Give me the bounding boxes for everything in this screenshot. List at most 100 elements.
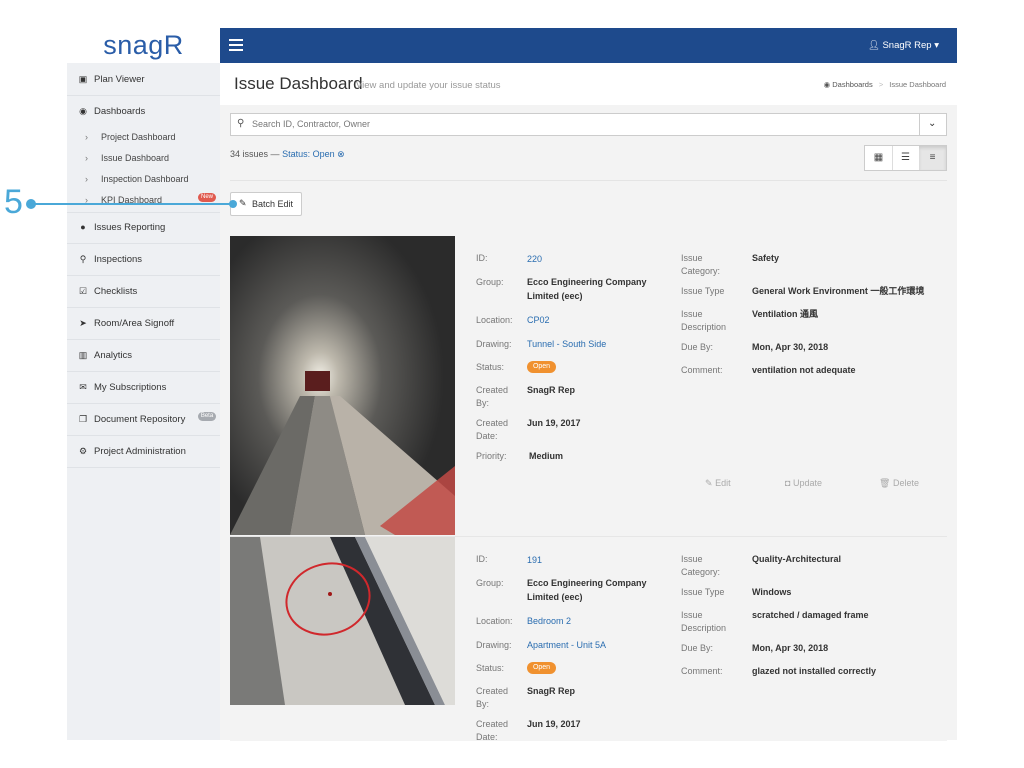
sidebar: snagR ▣ Plan Viewer ◉ Dashboards › Projec… bbox=[67, 28, 221, 740]
nav-inspections[interactable]: ⚲ Inspections bbox=[67, 244, 220, 276]
annotation-dot bbox=[229, 200, 237, 208]
due-by-label: Due By: bbox=[681, 342, 714, 352]
beta-badge: Beta bbox=[198, 412, 216, 421]
issue-type-value: General Work Environment 一般工作環境 bbox=[752, 286, 925, 296]
id-label: ID: bbox=[476, 253, 488, 263]
caret-down-icon: ▾ bbox=[934, 40, 939, 51]
status-badge: Open bbox=[527, 361, 556, 373]
nav-document-repository[interactable]: ❐ Document Repository bbox=[67, 404, 220, 436]
breadcrumb: ◉ Dashboards > Issue Dashboard bbox=[823, 80, 946, 89]
batch-edit-button[interactable]: ✎ Batch Edit bbox=[230, 192, 302, 216]
issue-photo[interactable] bbox=[230, 236, 455, 535]
drawing-link[interactable]: Apartment - Unit 5A bbox=[527, 638, 606, 652]
nav-dashboards[interactable]: ◉ Dashboards › Project Dashboard › Issue D… bbox=[67, 96, 220, 213]
nav-analytics[interactable]: ▥ Analytics bbox=[67, 340, 220, 372]
page-title: Issue Dashboard bbox=[234, 74, 363, 93]
snagr-logo[interactable]: snagR bbox=[67, 30, 220, 61]
chevron-right-icon: › bbox=[85, 153, 88, 163]
nav-my-subscriptions[interactable]: ✉ My Subscriptions bbox=[67, 372, 220, 404]
issue-count: 34 issues — Status: Open ⊗ bbox=[230, 149, 345, 159]
dashboard-icon: ◉ bbox=[823, 80, 831, 89]
chevron-down-icon: ⌄ bbox=[928, 118, 937, 129]
created-date-label: Created Date: bbox=[476, 418, 509, 441]
drawing-label: Drawing: bbox=[476, 640, 512, 650]
status-badge: Open bbox=[527, 662, 556, 674]
trash-icon: 🗑︎ bbox=[879, 478, 891, 488]
list-view-icon[interactable]: ☰ bbox=[892, 146, 920, 170]
page-header: Issue Dashboard View and update your iss… bbox=[220, 63, 957, 105]
sidebar-subitem-inspection-dashboard[interactable]: › Inspection Dashboard bbox=[85, 174, 189, 184]
annotation-dot bbox=[26, 199, 36, 209]
created-date-label: Created Date: bbox=[476, 719, 509, 740]
hamburger-menu-icon[interactable] bbox=[229, 39, 243, 51]
logo-area: snagR bbox=[67, 28, 220, 63]
issue-category-label: Issue Category: bbox=[681, 253, 721, 276]
issue-id-link[interactable]: 191 bbox=[527, 553, 542, 567]
nav-issues-reporting[interactable]: ● Issues Reporting bbox=[67, 212, 220, 244]
comment-value: glazed not installed correctly bbox=[752, 666, 877, 676]
update-button[interactable]: ◘ Update bbox=[785, 478, 822, 488]
dashboard-icon: ◉ bbox=[79, 106, 87, 116]
sidebar-subitem-issue-dashboard[interactable]: › Issue Dashboard bbox=[85, 153, 169, 163]
nav-plan-viewer[interactable]: ▣ Plan Viewer bbox=[67, 64, 220, 96]
due-by-label: Due By: bbox=[681, 643, 714, 653]
drawing-link[interactable]: Tunnel - South Side bbox=[527, 337, 606, 351]
grid-view-icon[interactable]: ▦ bbox=[865, 146, 893, 170]
breadcrumb-home[interactable]: Dashboards bbox=[832, 80, 872, 89]
divider bbox=[230, 180, 947, 181]
group-label: Group: bbox=[476, 578, 504, 588]
drawing-label: Drawing: bbox=[476, 339, 512, 349]
issue-category-label: Issue Category: bbox=[681, 554, 721, 577]
due-by-value: Mon, Apr 30, 2018 bbox=[752, 342, 829, 352]
main-content: Issue Dashboard View and update your iss… bbox=[220, 63, 957, 741]
issue-card: ID: 191 Group: Ecco Engineering Company … bbox=[230, 536, 947, 741]
map-marker-icon: ● bbox=[80, 222, 86, 232]
remove-filter-icon[interactable]: ⊗ bbox=[337, 149, 345, 159]
priority-label: Priority: bbox=[476, 451, 507, 461]
search-icon: ⚲ bbox=[237, 118, 245, 129]
issue-type-value: Windows bbox=[752, 587, 792, 597]
documents-icon: ❐ bbox=[78, 414, 88, 424]
issue-description-label: Issue Description bbox=[681, 610, 727, 633]
status-filter[interactable]: Status: Open bbox=[282, 149, 335, 159]
search-icon: ⚲ bbox=[79, 254, 87, 264]
search-dropdown-button[interactable]: ⌄ bbox=[919, 113, 947, 136]
chevron-right-icon: › bbox=[85, 174, 88, 184]
user-icon: 👤︎ bbox=[867, 40, 880, 51]
comment-label: Comment: bbox=[681, 666, 723, 676]
edit-button[interactable]: ✎ Edit bbox=[705, 478, 731, 489]
delete-button[interactable]: 🗑︎ Delete bbox=[879, 478, 919, 489]
chevron-right-icon: › bbox=[85, 132, 88, 142]
search-input[interactable]: ⚲ Search ID, Contractor, Owner bbox=[230, 113, 921, 136]
issue-category-value: Quality-Architectural bbox=[752, 554, 842, 564]
user-menu[interactable]: 👤︎ SnagR Rep ▾ bbox=[868, 40, 939, 51]
nav-room-area-signoff[interactable]: ➤ Room/Area Signoff bbox=[67, 308, 220, 340]
detail-view-icon[interactable]: ≡ bbox=[919, 146, 946, 170]
group-label: Group: bbox=[476, 277, 504, 287]
bar-chart-icon: ▥ bbox=[78, 350, 88, 360]
location-label: Location: bbox=[476, 616, 513, 626]
page-subtitle: View and update your issue status bbox=[356, 80, 501, 91]
sidebar-subitem-project-dashboard[interactable]: › Project Dashboard bbox=[85, 132, 176, 142]
location-link[interactable]: CP02 bbox=[527, 313, 550, 327]
new-badge: New bbox=[198, 193, 216, 202]
location-link[interactable]: Bedroom 2 bbox=[527, 614, 571, 628]
nav-project-administration[interactable]: ⚙ Project Administration bbox=[67, 436, 220, 468]
breadcrumb-current: Issue Dashboard bbox=[889, 80, 946, 89]
pencil-icon: ✎ bbox=[239, 198, 247, 208]
status-label: Status: bbox=[476, 663, 505, 673]
issue-card: ID: 220 Group: Ecco Engineering Company … bbox=[230, 236, 947, 535]
nav-checklists[interactable]: ☑ Checklists bbox=[67, 276, 220, 308]
issue-photo[interactable] bbox=[230, 537, 455, 705]
created-by-label: Created By: bbox=[476, 686, 509, 709]
top-navbar: 👤︎ SnagR Rep ▾ bbox=[220, 28, 957, 63]
issue-description-value: Ventilation 通風 bbox=[752, 309, 819, 319]
created-by-label: Created By: bbox=[476, 385, 509, 408]
image-icon: ▣ bbox=[78, 74, 88, 84]
issue-type-label: Issue Type bbox=[681, 587, 725, 597]
issue-description-value: scratched / damaged frame bbox=[752, 610, 869, 620]
search-placeholder: Search ID, Contractor, Owner bbox=[252, 119, 371, 129]
issue-id-link[interactable]: 220 bbox=[527, 252, 542, 266]
annotation-line bbox=[31, 203, 233, 205]
created-date-value: Jun 19, 2017 bbox=[527, 719, 581, 729]
